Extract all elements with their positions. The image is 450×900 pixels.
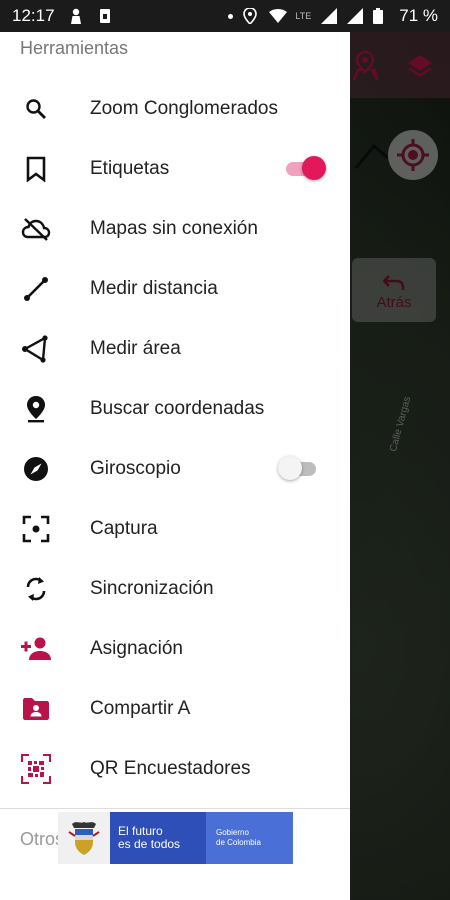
menu-item-medir-area[interactable]: Medir área: [0, 319, 350, 379]
doc-notification-icon: [99, 8, 115, 24]
person-notification-icon: [69, 8, 85, 24]
menu-item-label: Sincronización: [90, 578, 214, 599]
drawer-footer: [0, 864, 350, 900]
banner-gov-line1: Gobierno: [216, 828, 249, 837]
menu-item-label: Medir área: [90, 338, 181, 359]
signal-icon: [321, 8, 338, 24]
location-pin-icon: [20, 393, 52, 425]
menu-item-label: Buscar coordenadas: [90, 398, 265, 419]
banner-slogan: El futuro es de todos: [110, 812, 206, 864]
wifi-icon: [269, 8, 288, 24]
menu-item-label: Asignación: [90, 638, 183, 659]
compass-icon: [20, 453, 52, 485]
menu-item-label: Etiquetas: [90, 158, 170, 179]
status-time: 12:17: [12, 6, 55, 25]
gyroscope-toggle[interactable]: [278, 456, 322, 482]
labels-toggle[interactable]: [284, 156, 326, 182]
menu-item-etiquetas[interactable]: Etiquetas: [0, 139, 350, 199]
government-banner: El futuro es de todos Gobierno de Colomb…: [58, 812, 293, 864]
coat-of-arms-icon: [58, 812, 110, 864]
menu-item-label: Medir distancia: [90, 278, 218, 299]
banner-government: Gobierno de Colombia: [206, 812, 293, 864]
dot-icon: [228, 13, 234, 19]
person-add-icon: [20, 633, 52, 665]
tools-menu: Zoom Conglomerados Etiquetas Mapas sin c…: [0, 79, 350, 799]
status-bar: 12:17 LTE 71 %: [0, 0, 450, 32]
menu-item-captura[interactable]: Captura: [0, 499, 350, 559]
network-type: LTE: [295, 11, 312, 21]
menu-item-label: QR Encuestadores: [90, 758, 251, 779]
toggle-thumb: [278, 456, 302, 480]
menu-item-giroscopio[interactable]: Giroscopio: [0, 439, 350, 499]
section-title-tools: Herramientas: [20, 38, 129, 58]
navigation-drawer: Herramientas Zoom Conglomerados Etiqueta…: [0, 32, 350, 900]
menu-item-label: Compartir A: [90, 698, 191, 719]
sync-icon: [20, 573, 52, 605]
menu-item-compartir-a[interactable]: Compartir A: [0, 679, 350, 739]
menu-item-zoom-conglomerados[interactable]: Zoom Conglomerados: [0, 79, 350, 139]
line-measure-icon: [20, 273, 52, 305]
menu-item-medir-distancia[interactable]: Medir distancia: [0, 259, 350, 319]
menu-item-label: Captura: [90, 518, 158, 539]
signal-icon-2: [347, 8, 364, 24]
bookmark-icon: [20, 153, 52, 185]
menu-item-label: Mapas sin conexión: [90, 218, 258, 239]
menu-item-label: Zoom Conglomerados: [90, 98, 278, 119]
menu-item-qr-encuestadores[interactable]: QR Encuestadores: [0, 739, 350, 799]
location-icon: [243, 7, 259, 26]
menu-item-asignacion[interactable]: Asignación: [0, 619, 350, 679]
shared-folder-icon: [20, 693, 52, 725]
menu-divider: [0, 808, 350, 809]
menu-item-mapas-sin-conexion[interactable]: Mapas sin conexión: [0, 199, 350, 259]
menu-item-buscar-coordenadas[interactable]: Buscar coordenadas: [0, 379, 350, 439]
battery-icon: [373, 8, 389, 24]
qr-code-icon: [20, 753, 52, 785]
polygon-measure-icon: [20, 333, 52, 365]
cloud-off-icon: [20, 213, 52, 245]
banner-gov-line2: de Colombia: [216, 838, 261, 847]
banner-slogan-line2: es de todos: [118, 837, 181, 851]
toggle-thumb: [302, 156, 326, 180]
capture-frame-icon: [20, 513, 52, 545]
menu-item-sincronizacion[interactable]: Sincronización: [0, 559, 350, 619]
battery-level: 71 %: [399, 6, 438, 25]
search-icon: [20, 93, 52, 125]
menu-item-label: Giroscopio: [90, 458, 181, 479]
